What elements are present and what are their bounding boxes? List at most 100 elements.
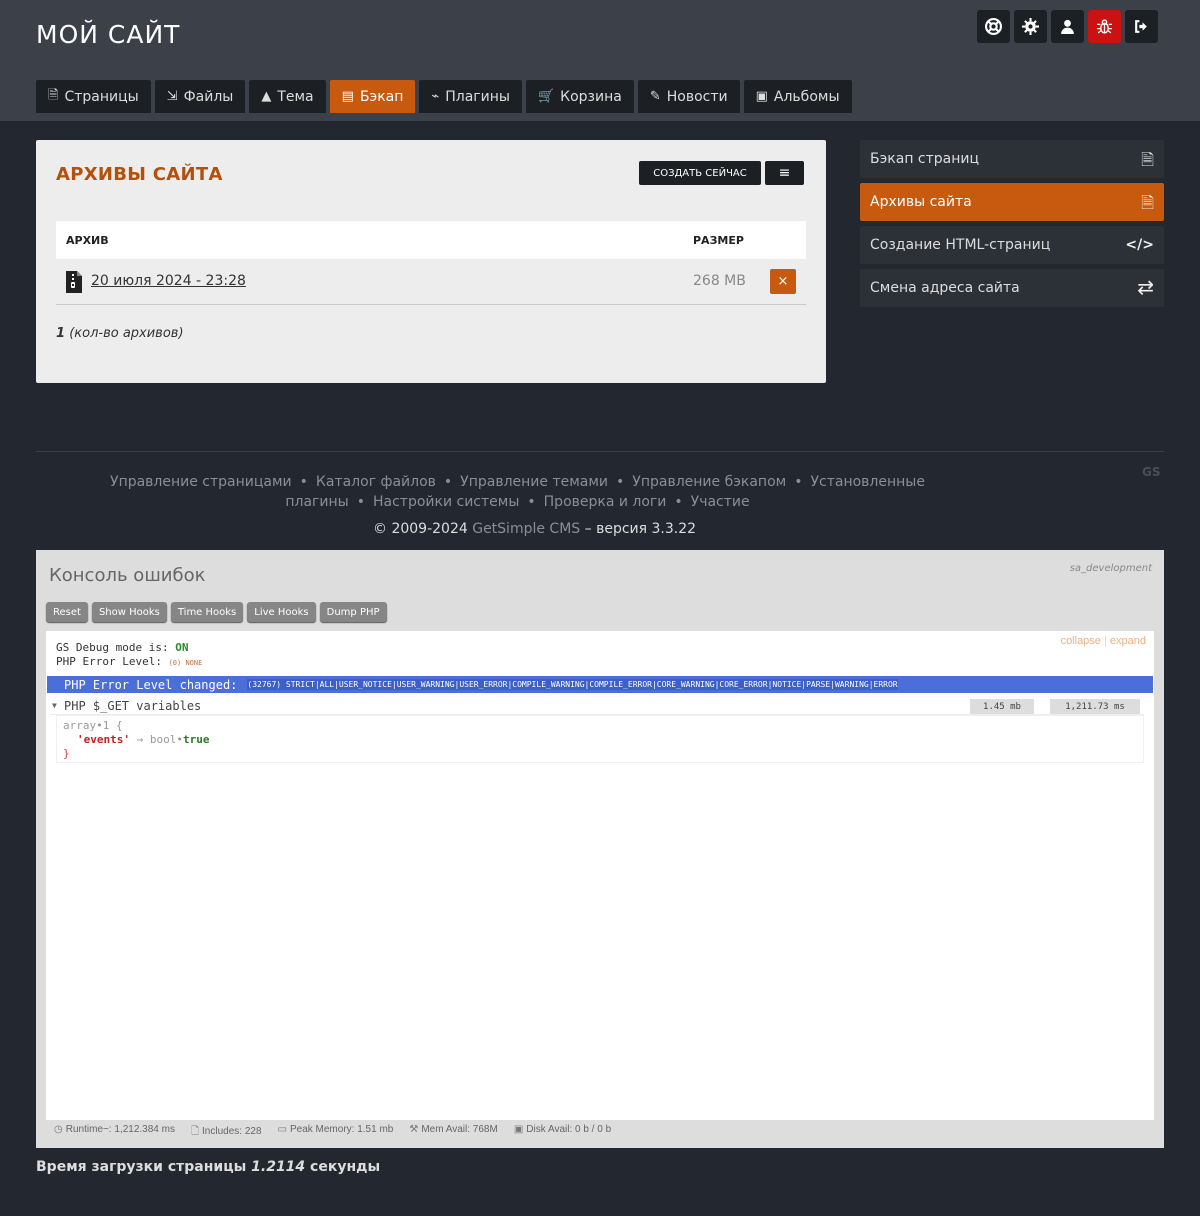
footer-link[interactable]: Настройки системы <box>373 494 519 510</box>
cms-link[interactable]: GetSimple CMS <box>472 521 580 537</box>
sidebar-item-site-archives[interactable]: Архивы сайта 🗎 <box>860 183 1164 221</box>
get-time: 1,211.73 ms <box>1050 699 1140 714</box>
collapse-link[interactable]: collapse <box>1061 635 1101 647</box>
page-title: АРХИВЫ САЙТА <box>56 164 223 185</box>
header: МОЙ САЙТ 🗎 Страницы ⇲ Файлы ▲ Тема ▤ Бэкап ⌁… <box>0 0 1200 121</box>
console-tag: sa_development <box>1069 563 1152 574</box>
bug-icon[interactable] <box>1088 10 1121 43</box>
expand-link[interactable]: expand <box>1110 635 1146 647</box>
footer-link[interactable]: Каталог файлов <box>316 474 436 490</box>
sidebar-item-label: Архивы сайта <box>870 194 972 210</box>
footer-link[interactable]: Участие <box>691 494 750 510</box>
show-hooks-button[interactable]: Show Hooks <box>91 602 167 622</box>
get-variables-header[interactable]: ▼ PHP $_GET variables 1.45 mb 1,211.73 m… <box>50 699 1144 715</box>
debug-mode-label: GS Debug mode is: <box>56 641 169 654</box>
tab-news[interactable]: ✎ Новости <box>637 80 740 113</box>
sidebar-item-page-backup[interactable]: Бэкап страниц 🗎 <box>860 140 1164 178</box>
tab-label: Плагины <box>445 88 510 105</box>
memory-icon: ▭ <box>277 1124 287 1135</box>
footer-link[interactable]: Проверка и логи <box>544 494 667 510</box>
error-console: Консоль ошибок sa_development Reset Show… <box>36 550 1164 1148</box>
error-level-changed-bar: PHP Error Level changed: (32767) STRICT|… <box>47 676 1153 693</box>
load-time-suffix: секунды <box>310 1159 381 1175</box>
get-variables-label: PHP $_GET variables <box>64 699 202 713</box>
sidebar-item-label: Бэкап страниц <box>870 151 980 167</box>
file-text-icon: 🗎 <box>1141 150 1154 169</box>
file-import-icon: ⇲ <box>166 89 178 104</box>
footer-divider <box>36 451 1164 452</box>
count-label: (кол-во архивов) <box>69 326 184 341</box>
create-now-button[interactable]: СОЗДАТЬ СЕЙЧАС <box>639 161 761 185</box>
version: – версия 3.3.22 <box>584 521 697 537</box>
sidebar: Бэкап страниц 🗎 Архивы сайта 🗎 Создание … <box>860 140 1164 312</box>
tab-plugins[interactable]: ⌁ Плагины <box>419 80 522 113</box>
file-icon: 🗋 <box>190 1126 200 1137</box>
exchange-icon: ⇄ <box>1137 275 1154 299</box>
array-key: 'events' <box>77 733 130 746</box>
archives-table: АРХИВ РАЗМЕР 20 июля 2024 - 23:28 268 MB… <box>56 221 806 305</box>
gear-icon[interactable] <box>1014 10 1047 43</box>
console-buttons: Reset Show Hooks Time Hooks Live Hooks D… <box>46 602 387 622</box>
console-title: Консоль ошибок <box>49 565 206 586</box>
tab-label: Тема <box>277 88 314 105</box>
array-head: array•1 { <box>63 719 123 732</box>
sidebar-item-label: Создание HTML-страниц <box>870 237 1051 253</box>
runtime-stat: ◷ Runtime~: 1,212.384 ms <box>54 1124 175 1141</box>
tab-files[interactable]: ⇲ Файлы <box>154 80 246 113</box>
tab-cart[interactable]: 🛒 Корзина <box>525 80 634 113</box>
time-hooks-button[interactable]: Time Hooks <box>170 602 244 622</box>
file-archive-icon: 🗎 <box>1141 193 1154 212</box>
column-archive: АРХИВ <box>66 234 109 247</box>
collapse-triangle-icon[interactable]: ▼ <box>52 701 57 710</box>
sidebar-item-html-pages[interactable]: Создание HTML-страниц </> <box>860 226 1164 264</box>
tab-label: Страницы <box>64 88 139 105</box>
tab-label: Бэкап <box>359 88 404 105</box>
debug-mode-value: ON <box>175 641 189 654</box>
table-header: АРХИВ РАЗМЕР <box>56 221 806 259</box>
live-hooks-button[interactable]: Live Hooks <box>247 602 316 622</box>
footer-link[interactable]: Управление темами <box>460 474 608 490</box>
footer-links: Управление страницами • Каталог файлов • Упр… <box>110 474 925 510</box>
cart-icon: 🛒 <box>537 89 555 104</box>
edit-icon: ✎ <box>649 89 661 104</box>
lifebuoy-icon[interactable] <box>977 10 1010 43</box>
logout-icon[interactable] <box>1125 10 1158 43</box>
collapse-expand: collapse | expand <box>1060 635 1146 647</box>
column-size: РАЗМЕР <box>693 234 744 247</box>
load-time-value: 1.2114 <box>251 1159 306 1175</box>
menu-button[interactable]: ≡ <box>765 161 804 185</box>
tab-albums[interactable]: ▣ Альбомы <box>743 80 852 113</box>
includes-stat: 🗋 Includes: 228 <box>191 1124 262 1141</box>
file-archive-icon <box>66 271 82 293</box>
tab-pages[interactable]: 🗎 Страницы <box>36 80 151 113</box>
array-value: true <box>182 733 210 746</box>
page-load-time: Время загрузки страницы 1.2114 секунды <box>36 1159 380 1175</box>
archive-link[interactable]: 20 июля 2024 - 23:28 <box>91 273 246 289</box>
clock-icon: ◷ <box>54 1124 63 1135</box>
dump-php-button[interactable]: Dump PHP <box>319 602 387 622</box>
disk-icon: ▣ <box>513 1124 524 1135</box>
error-level-label: PHP Error Level: <box>56 655 162 668</box>
tab-theme[interactable]: ▲ Тема <box>249 80 326 113</box>
table-row: 20 июля 2024 - 23:28 268 MB × <box>56 259 806 305</box>
tab-label: Файлы <box>183 88 234 105</box>
hdd-icon: ▤ <box>341 89 354 104</box>
image-icon: ▣ <box>755 89 768 104</box>
user-icon[interactable] <box>1051 10 1084 43</box>
footer-link[interactable]: Управление бэкапом <box>632 474 786 490</box>
header-toolbar <box>977 10 1158 43</box>
code-icon: </> <box>1125 237 1154 253</box>
reset-button[interactable]: Reset <box>46 602 88 622</box>
load-time-prefix: Время загрузки страницы <box>36 1159 247 1175</box>
archive-count: 1 (кол-во архивов) <box>56 326 184 341</box>
array-entry: 'events' → bool•true <box>77 733 209 746</box>
disk-avail-value: Disk Avail: 0 b / 0 b <box>526 1124 612 1135</box>
main-nav-tabs: 🗎 Страницы ⇲ Файлы ▲ Тема ▤ Бэкап ⌁ Плагины 🛒… <box>36 80 852 113</box>
copyright: © 2009-2024 GetSimple CMS – версия 3.3.2… <box>373 521 696 537</box>
sidebar-item-change-address[interactable]: Смена адреса сайта ⇄ <box>860 269 1164 307</box>
tab-backup[interactable]: ▤ Бэкап <box>329 80 416 113</box>
footer-link[interactable]: Управление страницами <box>110 474 292 490</box>
site-title[interactable]: МОЙ САЙТ <box>36 20 180 49</box>
gs-logo: GS <box>1142 465 1161 479</box>
delete-button[interactable]: × <box>770 269 796 294</box>
